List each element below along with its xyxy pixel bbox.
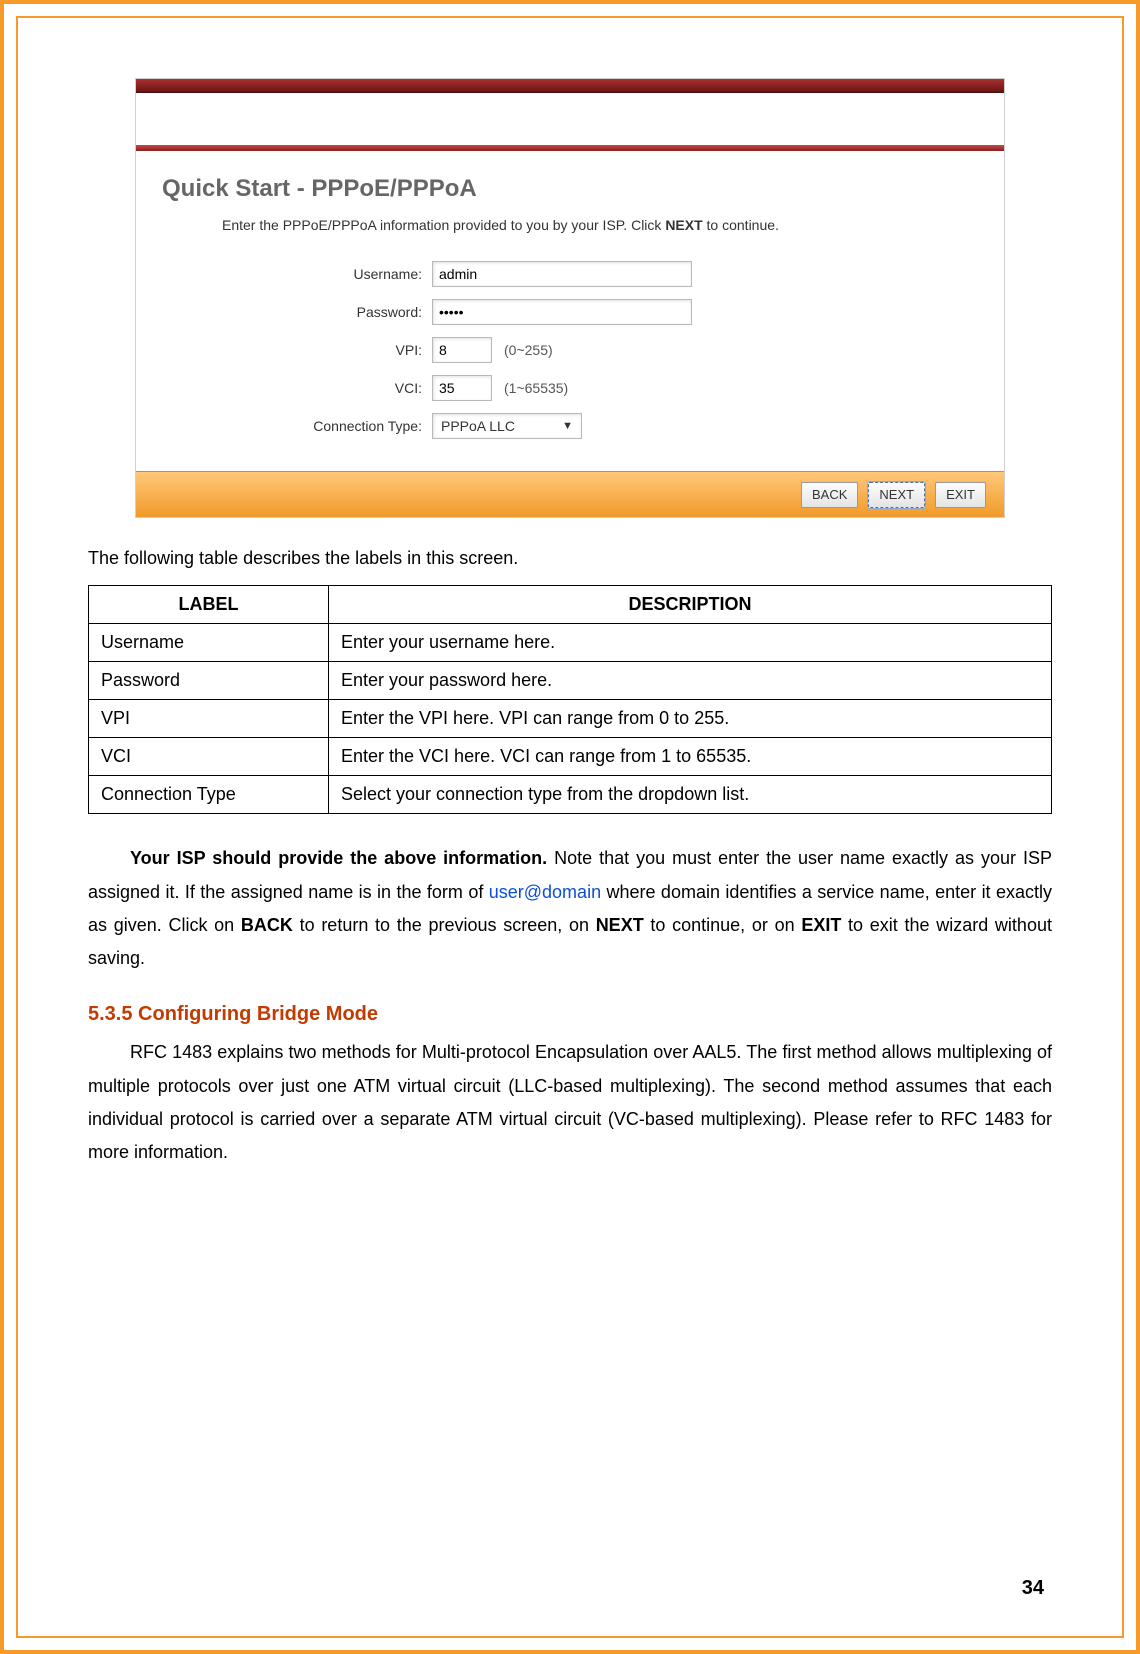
cell-desc: Enter your password here.	[329, 662, 1052, 700]
screenshot-spacer	[136, 93, 1004, 145]
quickstart-instruction: Enter the PPPoE/PPPoA information provid…	[222, 217, 978, 233]
row-password: Password:	[282, 299, 978, 325]
cell-label: Connection Type	[89, 776, 329, 814]
table-row: VCI Enter the VCI here. VCI can range fr…	[89, 738, 1052, 776]
screenshot-footer: BACK NEXT EXIT	[136, 471, 1004, 517]
row-username: Username:	[282, 261, 978, 287]
label-vpi: VPI:	[282, 342, 432, 358]
quickstart-title: Quick Start - PPPoE/PPPoA	[162, 175, 978, 203]
connection-type-select[interactable]: PPPoA LLC ▼	[432, 413, 582, 439]
screenshot-top-red-bar	[136, 79, 1004, 93]
label-vci: VCI:	[282, 380, 432, 396]
username-field[interactable]	[432, 261, 692, 287]
cell-desc: Enter your username here.	[329, 624, 1052, 662]
section-heading-535: 5.3.5 Configuring Bridge Mode	[88, 1003, 1052, 1026]
table-intro: The following table describes the labels…	[88, 542, 1052, 575]
instr-prefix: Enter the PPPoE/PPPoA information provid…	[222, 217, 665, 233]
embedded-screenshot: Quick Start - PPPoE/PPPoA Enter the PPPo…	[135, 78, 1005, 518]
table-row: Password Enter your password here.	[89, 662, 1052, 700]
user-domain-link[interactable]: user@domain	[489, 882, 601, 902]
isp-exit: EXIT	[801, 915, 841, 935]
table-row: Connection Type Select your connection t…	[89, 776, 1052, 814]
isp-paragraph: Your ISP should provide the above inform…	[88, 842, 1052, 975]
connection-type-value: PPPoA LLC	[441, 418, 515, 434]
back-button-label: BACK	[812, 487, 847, 502]
cell-desc: Enter the VCI here. VCI can range from 1…	[329, 738, 1052, 776]
password-field[interactable]	[432, 299, 692, 325]
label-username: Username:	[282, 266, 432, 282]
vci-field[interactable]	[432, 375, 492, 401]
instr-suffix: to continue.	[703, 217, 779, 233]
th-label: LABEL	[89, 586, 329, 624]
row-vpi: VPI: (0~255)	[282, 337, 978, 363]
table-row: Username Enter your username here.	[89, 624, 1052, 662]
isp-next: NEXT	[596, 915, 644, 935]
th-description: DESCRIPTION	[329, 586, 1052, 624]
cell-label: VPI	[89, 700, 329, 738]
cell-label: VCI	[89, 738, 329, 776]
vci-range: (1~65535)	[504, 380, 568, 396]
back-button[interactable]: BACK	[801, 482, 858, 508]
cell-desc: Enter the VPI here. VPI can range from 0…	[329, 700, 1052, 738]
cell-label: Username	[89, 624, 329, 662]
table-row: VPI Enter the VPI here. VPI can range fr…	[89, 700, 1052, 738]
document-page: Quick Start - PPPoE/PPPoA Enter the PPPo…	[0, 0, 1140, 1654]
label-description-table: LABEL DESCRIPTION Username Enter your us…	[88, 585, 1052, 814]
next-button[interactable]: NEXT	[868, 482, 925, 508]
isp-t3: to return to the previous screen, on	[293, 915, 596, 935]
row-vci: VCI: (1~65535)	[282, 375, 978, 401]
isp-lead: Your ISP should provide the above inform…	[130, 848, 547, 868]
isp-t4: to continue, or on	[644, 915, 802, 935]
table-header-row: LABEL DESCRIPTION	[89, 586, 1052, 624]
cell-desc: Select your connection type from the dro…	[329, 776, 1052, 814]
vpi-range: (0~255)	[504, 342, 553, 358]
exit-button-label: EXIT	[946, 487, 975, 502]
screenshot-body: Quick Start - PPPoE/PPPoA Enter the PPPo…	[136, 151, 1004, 471]
page-inner: Quick Start - PPPoE/PPPoA Enter the PPPo…	[16, 16, 1124, 1638]
label-connection-type: Connection Type:	[282, 418, 432, 434]
row-connection-type: Connection Type: PPPoA LLC ▼	[282, 413, 978, 439]
rfc1483-paragraph: RFC 1483 explains two methods for Multi-…	[88, 1036, 1052, 1169]
page-number: 34	[1022, 1577, 1044, 1600]
chevron-down-icon: ▼	[562, 420, 573, 432]
next-button-label: NEXT	[879, 487, 914, 502]
vpi-field[interactable]	[432, 337, 492, 363]
cell-label: Password	[89, 662, 329, 700]
pppoe-form: Username: Password: VPI: (0~255) VCI:	[282, 261, 978, 439]
exit-button[interactable]: EXIT	[935, 482, 986, 508]
instr-bold: NEXT	[665, 217, 702, 233]
label-password: Password:	[282, 304, 432, 320]
isp-back: BACK	[241, 915, 293, 935]
